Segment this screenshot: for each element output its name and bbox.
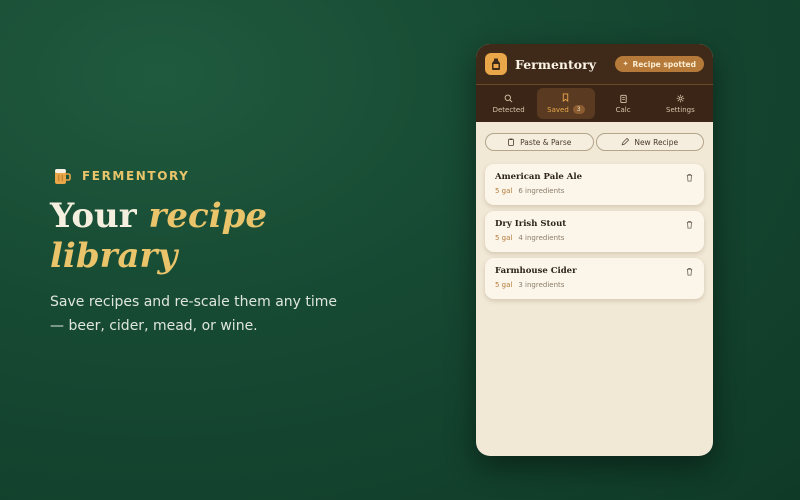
clipboard-icon bbox=[619, 94, 627, 103]
tab-detected-label: Detected bbox=[492, 105, 525, 114]
recipe-volume: 5 gal bbox=[495, 234, 513, 242]
jug-icon bbox=[492, 58, 500, 70]
recipe-ingredients: 4 ingredients bbox=[518, 234, 565, 242]
tab-calc-label: Calc bbox=[615, 105, 631, 114]
app-header: Fermentory ✦ Recipe spotted bbox=[476, 44, 713, 85]
new-recipe-label: New Recipe bbox=[634, 137, 679, 147]
recipe-name: Farmhouse Cider bbox=[495, 266, 577, 276]
recipe-card[interactable]: Farmhouse Cider 5 gal 3 ingredients bbox=[485, 258, 704, 299]
recipe-name: American Pale Ale bbox=[495, 172, 583, 182]
recipe-list: American Pale Ale 5 gal 6 ingredients Dr… bbox=[476, 151, 713, 299]
app-logo bbox=[485, 53, 507, 75]
app-window: Fermentory ✦ Recipe spotted Detected Sav… bbox=[476, 44, 713, 456]
recipe-ingredients: 6 ingredients bbox=[518, 187, 565, 195]
sparkle-icon: ✦ bbox=[622, 60, 629, 68]
subtext: Save recipes and re-scale them any time … bbox=[50, 294, 338, 334]
recipe-volume: 5 gal bbox=[495, 187, 513, 195]
pencil-icon bbox=[621, 138, 630, 146]
recipe-spotted-label: Recipe spotted bbox=[632, 59, 696, 69]
recipe-card[interactable]: Dry Irish Stout 5 gal 4 ingredients bbox=[485, 211, 704, 252]
headline-plain: Your bbox=[50, 196, 149, 236]
headline-accent-2: library bbox=[50, 236, 178, 276]
saved-count-badge: 3 bbox=[572, 105, 585, 114]
new-recipe-button[interactable]: New Recipe bbox=[595, 133, 704, 151]
gear-icon bbox=[676, 94, 685, 102]
bookmark-icon bbox=[563, 93, 569, 102]
headline-accent-1: recipe bbox=[148, 196, 268, 236]
page-headline: Your recipe library bbox=[50, 196, 370, 276]
app-title: Fermentory bbox=[515, 56, 596, 72]
tab-calc[interactable]: Calc bbox=[595, 88, 652, 119]
paste-parse-label: Paste & Parse bbox=[520, 137, 572, 147]
tab-settings-label: Settings bbox=[666, 105, 695, 114]
recipe-meta: 5 gal 3 ingredients bbox=[495, 281, 694, 289]
recipe-spotted-badge[interactable]: ✦ Recipe spotted bbox=[614, 56, 704, 72]
tab-saved[interactable]: Saved 3 bbox=[537, 88, 595, 119]
tab-settings[interactable]: Settings bbox=[652, 88, 709, 119]
trash-icon[interactable] bbox=[685, 267, 694, 276]
trash-icon[interactable] bbox=[685, 220, 694, 229]
clipboard-icon bbox=[508, 138, 514, 146]
tab-bar: Detected Saved 3 Calc Settings bbox=[476, 85, 713, 122]
tab-detected[interactable]: Detected bbox=[480, 88, 537, 119]
recipe-card[interactable]: American Pale Ale 5 gal 6 ingredients bbox=[485, 164, 704, 205]
recipe-volume: 5 gal bbox=[495, 281, 513, 289]
recipe-ingredients: 3 ingredients bbox=[518, 281, 565, 289]
search-icon bbox=[504, 94, 513, 102]
tab-saved-label-row: Saved 3 bbox=[547, 105, 585, 114]
brand: FERMENTORY bbox=[52, 166, 189, 186]
recipe-name: Dry Irish Stout bbox=[495, 219, 567, 229]
paste-parse-button[interactable]: Paste & Parse bbox=[485, 133, 594, 151]
trash-icon[interactable] bbox=[685, 173, 694, 182]
brand-name: FERMENTORY bbox=[82, 169, 190, 183]
beer-mug-icon bbox=[55, 169, 71, 184]
recipe-meta: 5 gal 6 ingredients bbox=[495, 187, 694, 195]
recipe-meta: 5 gal 4 ingredients bbox=[495, 234, 694, 242]
action-row: Paste & Parse New Recipe bbox=[476, 122, 713, 151]
tab-saved-label: Saved bbox=[547, 105, 569, 114]
